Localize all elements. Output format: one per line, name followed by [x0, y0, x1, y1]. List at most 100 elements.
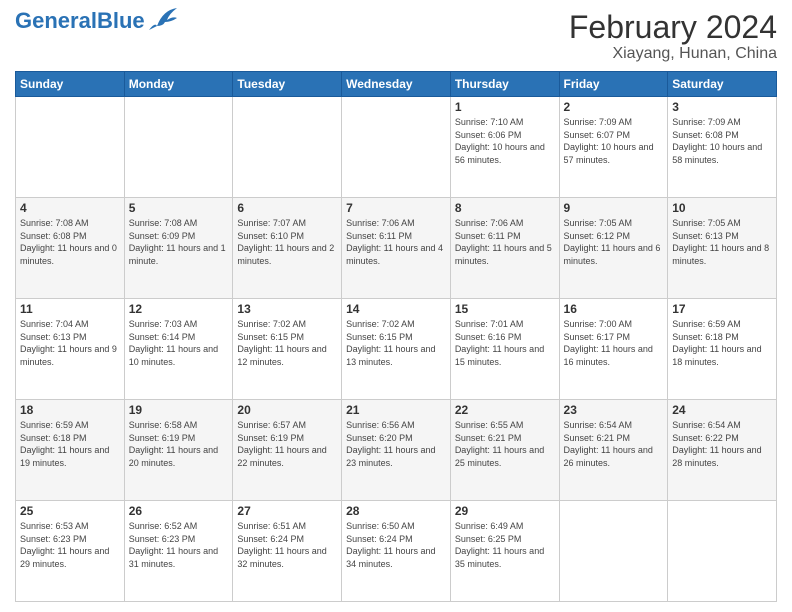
calendar-cell — [342, 97, 451, 198]
col-wednesday: Wednesday — [342, 72, 451, 97]
col-sunday: Sunday — [16, 72, 125, 97]
day-number: 24 — [672, 403, 772, 417]
calendar-cell: 26Sunrise: 6:52 AM Sunset: 6:23 PM Dayli… — [124, 501, 233, 602]
day-number: 29 — [455, 504, 555, 518]
day-number: 25 — [20, 504, 120, 518]
day-number: 26 — [129, 504, 229, 518]
logo: GeneralBlue — [15, 10, 177, 32]
day-number: 7 — [346, 201, 446, 215]
day-info: Sunrise: 6:54 AM Sunset: 6:21 PM Dayligh… — [564, 419, 664, 469]
day-info: Sunrise: 7:00 AM Sunset: 6:17 PM Dayligh… — [564, 318, 664, 368]
day-info: Sunrise: 6:58 AM Sunset: 6:19 PM Dayligh… — [129, 419, 229, 469]
day-info: Sunrise: 7:09 AM Sunset: 6:07 PM Dayligh… — [564, 116, 664, 166]
day-number: 18 — [20, 403, 120, 417]
logo-general: General — [15, 8, 97, 33]
day-info: Sunrise: 7:06 AM Sunset: 6:11 PM Dayligh… — [346, 217, 446, 267]
day-info: Sunrise: 7:09 AM Sunset: 6:08 PM Dayligh… — [672, 116, 772, 166]
calendar-cell: 14 Sunrise: 7:02 AM Sunset: 6:15 PM Dayli… — [342, 299, 451, 400]
day-number: 10 — [672, 201, 772, 215]
calendar-cell: 5 Sunrise: 7:08 AM Sunset: 6:09 PM Daylig… — [124, 198, 233, 299]
logo-text: GeneralBlue — [15, 10, 145, 32]
col-tuesday: Tuesday — [233, 72, 342, 97]
day-info: Sunrise: 6:59 AM Sunset: 6:18 PM Dayligh… — [20, 419, 120, 469]
day-number: 13 — [237, 302, 337, 316]
calendar-cell: 12 Sunrise: 7:03 AM Sunset: 6:14 PM Dayli… — [124, 299, 233, 400]
calendar-cell: 19 Sunrise: 6:58 AM Sunset: 6:19 PM Dayli… — [124, 400, 233, 501]
calendar-cell: 9Sunrise: 7:05 AM Sunset: 6:12 PM Daylig… — [559, 198, 668, 299]
day-number: 4 — [20, 201, 120, 215]
day-number: 11 — [20, 302, 120, 316]
day-info: Sunrise: 7:08 AM Sunset: 6:08 PM Dayligh… — [20, 217, 120, 267]
calendar-cell: 24Sunrise: 6:54 AM Sunset: 6:22 PM Dayli… — [668, 400, 777, 501]
calendar-cell: 15 Sunrise: 7:01 AM Sunset: 6:16 PM Dayli… — [450, 299, 559, 400]
day-number: 2 — [564, 100, 664, 114]
day-info: Sunrise: 6:51 AM Sunset: 6:24 PM Dayligh… — [237, 520, 337, 570]
calendar-cell — [124, 97, 233, 198]
calendar-cell: 11 Sunrise: 7:04 AM Sunset: 6:13 PM Dayli… — [16, 299, 125, 400]
day-number: 5 — [129, 201, 229, 215]
day-info: Sunrise: 7:10 AM Sunset: 6:06 PM Dayligh… — [455, 116, 555, 166]
calendar-header-row: Sunday Monday Tuesday Wednesday Thursday… — [16, 72, 777, 97]
calendar-week-row: 1 Sunrise: 7:10 AM Sunset: 6:06 PM Daylig… — [16, 97, 777, 198]
calendar-cell: 17 Sunrise: 6:59 AM Sunset: 6:18 PM Dayli… — [668, 299, 777, 400]
calendar-cell: 3 Sunrise: 7:09 AM Sunset: 6:08 PM Daylig… — [668, 97, 777, 198]
calendar-table: Sunday Monday Tuesday Wednesday Thursday… — [15, 71, 777, 602]
main-title: February 2024 — [569, 10, 777, 45]
day-info: Sunrise: 6:53 AM Sunset: 6:23 PM Dayligh… — [20, 520, 120, 570]
day-info: Sunrise: 6:49 AM Sunset: 6:25 PM Dayligh… — [455, 520, 555, 570]
day-number: 12 — [129, 302, 229, 316]
day-info: Sunrise: 6:59 AM Sunset: 6:18 PM Dayligh… — [672, 318, 772, 368]
day-number: 19 — [129, 403, 229, 417]
calendar-cell — [233, 97, 342, 198]
day-info: Sunrise: 7:04 AM Sunset: 6:13 PM Dayligh… — [20, 318, 120, 368]
day-info: Sunrise: 6:55 AM Sunset: 6:21 PM Dayligh… — [455, 419, 555, 469]
day-number: 17 — [672, 302, 772, 316]
calendar-week-row: 11 Sunrise: 7:04 AM Sunset: 6:13 PM Dayli… — [16, 299, 777, 400]
logo-bird-icon — [149, 8, 177, 30]
day-info: Sunrise: 7:08 AM Sunset: 6:09 PM Dayligh… — [129, 217, 229, 267]
calendar-cell: 8Sunrise: 7:06 AM Sunset: 6:11 PM Daylig… — [450, 198, 559, 299]
day-number: 27 — [237, 504, 337, 518]
col-saturday: Saturday — [668, 72, 777, 97]
day-number: 15 — [455, 302, 555, 316]
day-number: 22 — [455, 403, 555, 417]
day-number: 1 — [455, 100, 555, 114]
calendar-week-row: 25 Sunrise: 6:53 AM Sunset: 6:23 PM Dayli… — [16, 501, 777, 602]
calendar-cell: 2 Sunrise: 7:09 AM Sunset: 6:07 PM Daylig… — [559, 97, 668, 198]
calendar-cell: 28Sunrise: 6:50 AM Sunset: 6:24 PM Dayli… — [342, 501, 451, 602]
col-monday: Monday — [124, 72, 233, 97]
logo-blue: Blue — [97, 8, 145, 33]
day-info: Sunrise: 7:03 AM Sunset: 6:14 PM Dayligh… — [129, 318, 229, 368]
title-block: February 2024 Xiayang, Hunan, China — [569, 10, 777, 63]
calendar-cell: 22 Sunrise: 6:55 AM Sunset: 6:21 PM Dayli… — [450, 400, 559, 501]
day-number: 6 — [237, 201, 337, 215]
day-info: Sunrise: 7:01 AM Sunset: 6:16 PM Dayligh… — [455, 318, 555, 368]
calendar-cell: 13 Sunrise: 7:02 AM Sunset: 6:15 PM Dayli… — [233, 299, 342, 400]
day-info: Sunrise: 7:02 AM Sunset: 6:15 PM Dayligh… — [237, 318, 337, 368]
day-number: 3 — [672, 100, 772, 114]
day-number: 28 — [346, 504, 446, 518]
day-number: 16 — [564, 302, 664, 316]
col-friday: Friday — [559, 72, 668, 97]
day-number: 23 — [564, 403, 664, 417]
calendar-cell: 21Sunrise: 6:56 AM Sunset: 6:20 PM Dayli… — [342, 400, 451, 501]
day-info: Sunrise: 7:07 AM Sunset: 6:10 PM Dayligh… — [237, 217, 337, 267]
day-info: Sunrise: 6:57 AM Sunset: 6:19 PM Dayligh… — [237, 419, 337, 469]
day-info: Sunrise: 7:02 AM Sunset: 6:15 PM Dayligh… — [346, 318, 446, 368]
calendar-cell — [668, 501, 777, 602]
calendar-cell: 20Sunrise: 6:57 AM Sunset: 6:19 PM Dayli… — [233, 400, 342, 501]
page: GeneralBlue February 2024 Xiayang, Hunan… — [0, 0, 792, 612]
calendar-cell: 7 Sunrise: 7:06 AM Sunset: 6:11 PM Daylig… — [342, 198, 451, 299]
calendar-cell: 25 Sunrise: 6:53 AM Sunset: 6:23 PM Dayli… — [16, 501, 125, 602]
day-info: Sunrise: 7:05 AM Sunset: 6:13 PM Dayligh… — [672, 217, 772, 267]
day-number: 21 — [346, 403, 446, 417]
calendar-cell: 18 Sunrise: 6:59 AM Sunset: 6:18 PM Dayli… — [16, 400, 125, 501]
day-info: Sunrise: 7:06 AM Sunset: 6:11 PM Dayligh… — [455, 217, 555, 267]
calendar-cell: 29 Sunrise: 6:49 AM Sunset: 6:25 PM Dayli… — [450, 501, 559, 602]
calendar-cell: 4 Sunrise: 7:08 AM Sunset: 6:08 PM Daylig… — [16, 198, 125, 299]
calendar-cell: 1 Sunrise: 7:10 AM Sunset: 6:06 PM Daylig… — [450, 97, 559, 198]
header: GeneralBlue February 2024 Xiayang, Hunan… — [15, 10, 777, 63]
day-number: 14 — [346, 302, 446, 316]
day-info: Sunrise: 7:05 AM Sunset: 6:12 PM Dayligh… — [564, 217, 664, 267]
calendar-cell: 16 Sunrise: 7:00 AM Sunset: 6:17 PM Dayli… — [559, 299, 668, 400]
